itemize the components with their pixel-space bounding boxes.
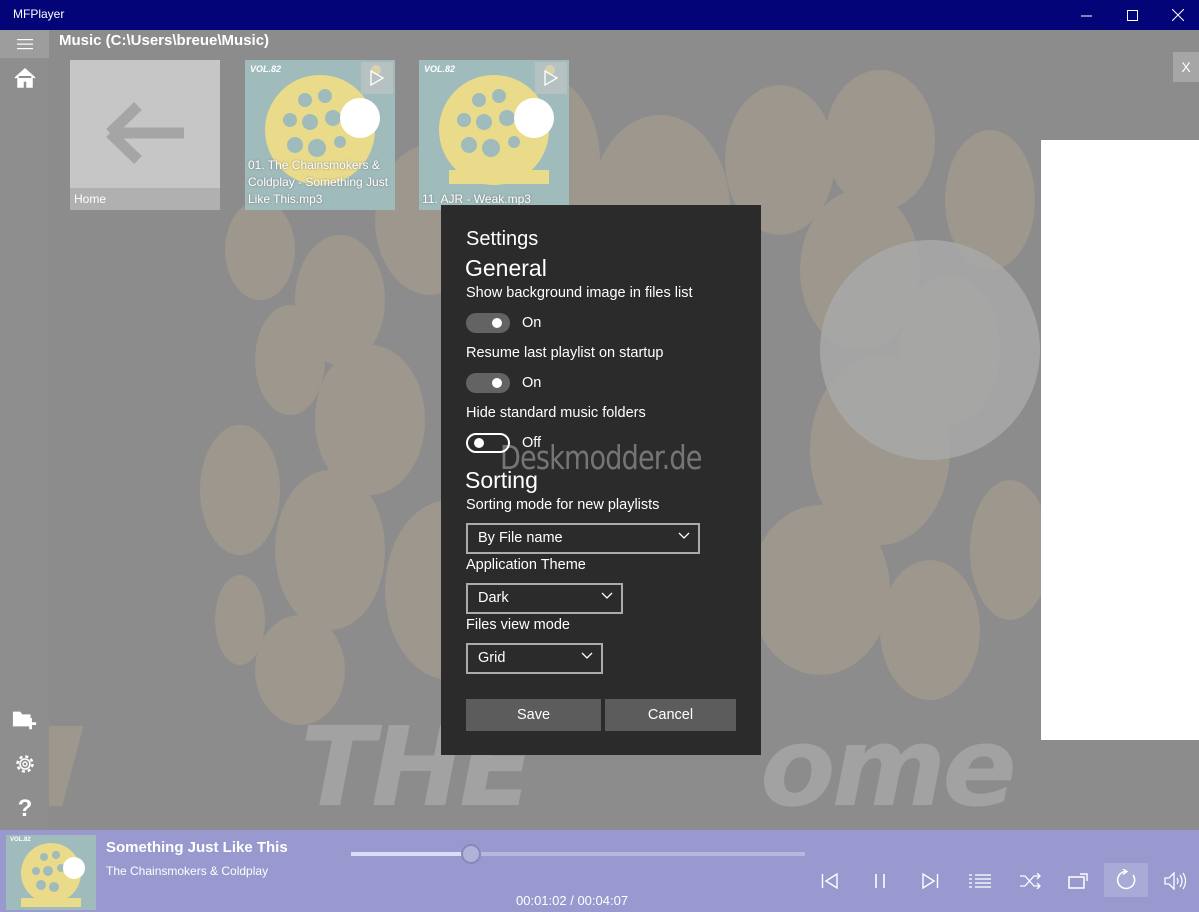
next-button[interactable] <box>917 868 943 894</box>
minimize-icon <box>1080 15 1092 16</box>
select-value: Dark <box>478 590 509 606</box>
tile-song-2[interactable]: VOL.82 11. AJR - Weak.mp3 <box>419 60 569 210</box>
svg-text:ome: ome <box>760 703 1013 830</box>
hide-folders-label: Hide standard music folders <box>466 405 646 421</box>
nav-rail: ? <box>0 30 49 830</box>
folder-path-title: Music (C:\Users\breue\Music) <box>59 32 270 49</box>
resume-toggle[interactable] <box>466 373 510 393</box>
shuffle-button[interactable] <box>1017 868 1043 894</box>
tile-home[interactable]: Home <box>70 60 220 210</box>
chevron-down-icon <box>581 652 593 659</box>
repeat-all-button[interactable] <box>1104 863 1148 897</box>
home-icon <box>14 67 36 88</box>
add-folder-icon <box>12 711 37 730</box>
help-nav-button[interactable]: ? <box>12 795 38 822</box>
now-playing-cover: VOL.82 <box>6 835 96 910</box>
refresh-icon <box>1116 869 1136 890</box>
resume-label: Resume last playlist on startup <box>466 345 664 361</box>
playback-time: 00:01:02 / 00:04:07 <box>516 893 629 908</box>
album-badge: VOL.82 <box>250 64 282 74</box>
hamburger-icon <box>16 39 33 50</box>
volume-icon <box>1164 872 1187 890</box>
chevron-down-icon <box>601 592 613 599</box>
playlist-icon <box>969 874 991 888</box>
playlist-button[interactable] <box>967 868 993 894</box>
view-mode-label: Files view mode <box>466 617 570 633</box>
help-icon: ? <box>17 795 33 822</box>
settings-dialog: Settings General Show background image i… <box>441 205 761 755</box>
watermark: Deskmodder.de <box>500 438 702 477</box>
skip-next-icon <box>922 873 939 889</box>
play-tile-button[interactable] <box>361 62 393 94</box>
dialog-title: Settings <box>466 228 539 250</box>
minimize-button[interactable] <box>1063 0 1109 30</box>
toggle-knob <box>474 438 484 448</box>
play-icon <box>544 70 558 86</box>
add-folder-button[interactable] <box>12 706 38 732</box>
show-bg-label: Show background image in files list <box>466 285 693 301</box>
player-bar: VOL.82 Something Just Like This The Chai… <box>0 830 1199 912</box>
pause-icon <box>875 874 885 888</box>
play-icon <box>370 70 384 86</box>
repeat-one-button[interactable] <box>1065 868 1091 894</box>
seek-bar-thumb[interactable] <box>461 844 482 864</box>
general-heading: General <box>465 255 547 281</box>
resume-state: On <box>522 375 542 391</box>
album-badge: VOL.82 <box>424 64 456 74</box>
window-title: MFPlayer <box>13 7 65 21</box>
home-nav-button[interactable] <box>12 65 38 91</box>
toggle-knob <box>492 318 502 328</box>
title-bar: MFPlayer <box>0 0 1199 30</box>
maximize-icon <box>1126 9 1138 21</box>
now-playing-title: Something Just Like This <box>106 839 288 856</box>
volume-button[interactable] <box>1163 868 1189 894</box>
tile-song-1[interactable]: VOL.82 01. The Chainsmokers & Coldplay -… <box>245 60 395 210</box>
side-panel <box>1041 140 1199 740</box>
select-value: By File name <box>478 530 563 546</box>
album-badge: VOL.82 <box>10 837 31 843</box>
tile-label: Home <box>70 188 220 210</box>
show-bg-state: On <box>522 315 542 331</box>
show-bg-toggle[interactable] <box>466 313 510 333</box>
cancel-button[interactable]: Cancel <box>605 699 736 731</box>
back-arrow-icon <box>106 102 184 164</box>
play-tile-button[interactable] <box>535 62 567 94</box>
seek-bar-fill <box>351 852 472 856</box>
previous-button[interactable] <box>817 868 843 894</box>
sorting-mode-label: Sorting mode for new playlists <box>466 497 660 513</box>
sorting-mode-select[interactable]: By File name <box>466 523 700 554</box>
toggle-knob <box>492 378 502 388</box>
skip-previous-icon <box>821 873 838 889</box>
close-panel-button[interactable]: X <box>1173 52 1199 82</box>
album-cover-image <box>6 835 96 910</box>
settings-nav-button[interactable] <box>12 751 38 777</box>
repeat-icon <box>1068 873 1088 889</box>
tile-label: 01. The Chainsmokers & Coldplay - Someth… <box>248 158 389 206</box>
gear-icon <box>16 755 34 773</box>
shuffle-icon <box>1020 873 1041 889</box>
maximize-button[interactable] <box>1109 0 1155 30</box>
pause-button[interactable] <box>867 868 893 894</box>
seek-bar[interactable] <box>351 844 805 864</box>
theme-select[interactable]: Dark <box>466 583 623 614</box>
chevron-down-icon <box>678 532 690 539</box>
close-icon <box>1172 9 1184 21</box>
close-window-button[interactable] <box>1155 0 1199 30</box>
theme-label: Application Theme <box>466 557 586 573</box>
view-mode-select[interactable]: Grid <box>466 643 603 674</box>
save-button[interactable]: Save <box>466 699 601 731</box>
menu-button[interactable] <box>0 30 49 58</box>
select-value: Grid <box>478 650 506 666</box>
now-playing-artist: The Chainsmokers & Coldplay <box>106 864 269 878</box>
